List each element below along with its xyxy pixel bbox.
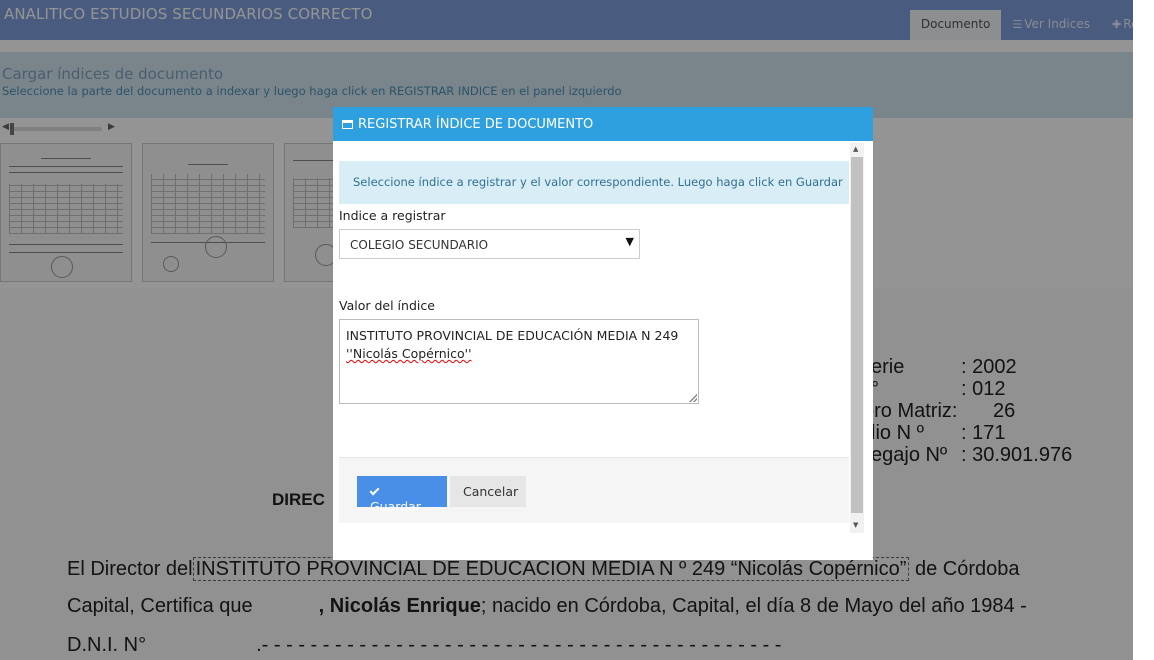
index-select-value: COLEGIO SECUNDARIO [350,238,489,252]
info-alert: Seleccione índice a registrar y el valor… [339,161,849,204]
save-button[interactable]: Guardar [357,476,447,514]
resize-handle-icon[interactable] [689,394,697,402]
page: ANALITICO ESTUDIOS SECUNDARIOS CORRECTO … [0,0,1133,660]
textarea-line-2: ''Nicolás Copérnico'' [346,346,472,361]
dialog-title: REGISTRAR ÍNDICE DE DOCUMENTO [358,117,594,132]
dialog-body: Seleccione índice a registrar y el valor… [333,141,863,531]
scrollbar-thumb[interactable] [851,157,863,513]
index-label: Indice a registrar [339,208,446,223]
dialog-scrollbar[interactable]: ▲ ▼ [850,143,864,533]
cancel-button[interactable]: Cancelar [450,476,526,507]
scroll-up-icon[interactable]: ▲ [853,145,858,153]
check-icon [369,485,380,496]
value-label: Valor del índice [339,298,435,313]
index-select[interactable]: COLEGIO SECUNDARIO ▼ [339,229,640,259]
dialog-header: REGISTRAR ÍNDICE DE DOCUMENTO [333,107,873,141]
dropdown-caret-icon: ▼ [625,235,634,248]
textarea-line-1: INSTITUTO PROVINCIAL DE EDUCACIÓN MEDIA … [346,328,679,343]
register-index-dialog: REGISTRAR ÍNDICE DE DOCUMENTO Seleccione… [333,107,873,560]
dialog-footer: Guardar Cancelar [339,457,849,523]
index-value-textarea[interactable]: INSTITUTO PROVINCIAL DE EDUCACIÓN MEDIA … [339,319,699,404]
scroll-down-icon[interactable]: ▼ [853,521,858,529]
window-icon [342,120,353,129]
